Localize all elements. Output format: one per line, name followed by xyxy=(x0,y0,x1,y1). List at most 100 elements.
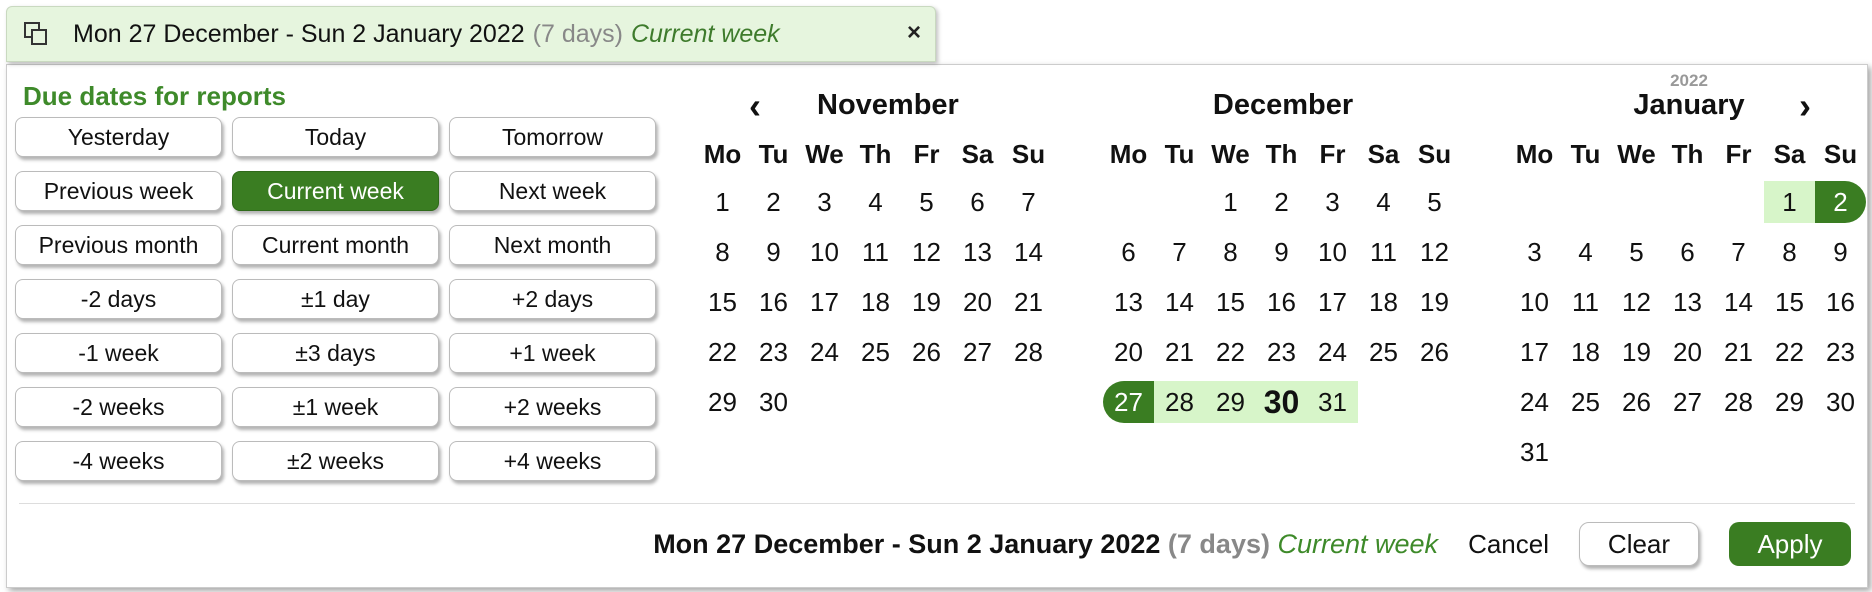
day-cell[interactable]: 4 xyxy=(1560,231,1611,273)
day-cell[interactable]: 23 xyxy=(1815,331,1866,373)
day-cell[interactable]: 16 xyxy=(1815,281,1866,323)
day-cell[interactable]: 17 xyxy=(799,281,850,323)
preset-button[interactable]: +4 weeks xyxy=(449,441,656,481)
day-cell[interactable]: 13 xyxy=(952,231,1003,273)
preset-button[interactable]: -1 week xyxy=(15,333,222,373)
day-cell[interactable]: 10 xyxy=(1509,281,1560,323)
preset-button[interactable]: -2 weeks xyxy=(15,387,222,427)
day-cell[interactable]: 26 xyxy=(1409,331,1460,373)
preset-button[interactable]: -2 days xyxy=(15,279,222,319)
day-cell[interactable]: 15 xyxy=(1764,281,1815,323)
date-range-chip[interactable]: Mon 27 December - Sun 2 January 2022 (7 … xyxy=(6,6,936,62)
preset-button[interactable]: +2 weeks xyxy=(449,387,656,427)
day-cell[interactable]: 2 xyxy=(1815,181,1866,223)
day-cell[interactable]: 8 xyxy=(697,231,748,273)
day-cell[interactable]: 24 xyxy=(1307,331,1358,373)
preset-button[interactable]: +2 days xyxy=(449,279,656,319)
day-cell[interactable]: 30 xyxy=(1256,381,1307,423)
prev-month-button[interactable]: ‹ xyxy=(749,85,761,127)
day-cell[interactable]: 4 xyxy=(850,181,901,223)
day-cell[interactable]: 23 xyxy=(1256,331,1307,373)
day-cell[interactable]: 20 xyxy=(1662,331,1713,373)
day-cell[interactable]: 11 xyxy=(850,231,901,273)
preset-button[interactable]: ±1 week xyxy=(232,387,439,427)
day-cell[interactable]: 21 xyxy=(1003,281,1054,323)
day-cell[interactable]: 18 xyxy=(1358,281,1409,323)
day-cell[interactable]: 19 xyxy=(901,281,952,323)
day-cell[interactable]: 8 xyxy=(1205,231,1256,273)
day-cell[interactable]: 13 xyxy=(1662,281,1713,323)
day-cell[interactable]: 31 xyxy=(1307,381,1358,423)
day-cell[interactable]: 20 xyxy=(1103,331,1154,373)
day-cell[interactable]: 6 xyxy=(1662,231,1713,273)
day-cell[interactable]: 1 xyxy=(1764,181,1815,223)
day-cell[interactable]: 12 xyxy=(1409,231,1460,273)
preset-button[interactable]: ±1 day xyxy=(232,279,439,319)
day-cell[interactable]: 15 xyxy=(697,281,748,323)
day-cell[interactable]: 18 xyxy=(850,281,901,323)
day-cell[interactable]: 18 xyxy=(1560,331,1611,373)
day-cell[interactable]: 1 xyxy=(1205,181,1256,223)
preset-button[interactable]: Yesterday xyxy=(15,117,222,157)
day-cell[interactable]: 12 xyxy=(1611,281,1662,323)
day-cell[interactable]: 27 xyxy=(1103,381,1154,423)
day-cell[interactable]: 3 xyxy=(1509,231,1560,273)
day-cell[interactable]: 2 xyxy=(748,181,799,223)
preset-button[interactable]: ±2 weeks xyxy=(232,441,439,481)
day-cell[interactable]: 26 xyxy=(1611,381,1662,423)
day-cell[interactable]: 29 xyxy=(1205,381,1256,423)
day-cell[interactable]: 10 xyxy=(1307,231,1358,273)
cancel-button[interactable]: Cancel xyxy=(1468,529,1549,560)
day-cell[interactable]: 30 xyxy=(748,381,799,423)
day-cell[interactable]: 6 xyxy=(1103,231,1154,273)
day-cell[interactable]: 7 xyxy=(1003,181,1054,223)
day-cell[interactable]: 16 xyxy=(748,281,799,323)
day-cell[interactable]: 7 xyxy=(1154,231,1205,273)
preset-button[interactable]: Next month xyxy=(449,225,656,265)
day-cell[interactable]: 24 xyxy=(1509,381,1560,423)
preset-button[interactable]: Current week xyxy=(232,171,439,211)
preset-button[interactable]: Previous month xyxy=(15,225,222,265)
day-cell[interactable]: 5 xyxy=(1611,231,1662,273)
day-cell[interactable]: 21 xyxy=(1713,331,1764,373)
day-cell[interactable]: 29 xyxy=(697,381,748,423)
day-cell[interactable]: 20 xyxy=(952,281,1003,323)
day-cell[interactable]: 5 xyxy=(901,181,952,223)
day-cell[interactable]: 16 xyxy=(1256,281,1307,323)
preset-button[interactable]: -4 weeks xyxy=(15,441,222,481)
day-cell[interactable]: 14 xyxy=(1713,281,1764,323)
day-cell[interactable]: 26 xyxy=(901,331,952,373)
day-cell[interactable]: 14 xyxy=(1154,281,1205,323)
day-cell[interactable]: 28 xyxy=(1003,331,1054,373)
day-cell[interactable]: 9 xyxy=(1256,231,1307,273)
day-cell[interactable]: 12 xyxy=(901,231,952,273)
day-cell[interactable]: 21 xyxy=(1154,331,1205,373)
day-cell[interactable]: 17 xyxy=(1509,331,1560,373)
day-cell[interactable]: 24 xyxy=(799,331,850,373)
day-cell[interactable]: 9 xyxy=(1815,231,1866,273)
day-cell[interactable]: 19 xyxy=(1409,281,1460,323)
day-cell[interactable]: 3 xyxy=(1307,181,1358,223)
preset-button[interactable]: Tomorrow xyxy=(449,117,656,157)
day-cell[interactable]: 13 xyxy=(1103,281,1154,323)
day-cell[interactable]: 27 xyxy=(952,331,1003,373)
apply-button[interactable]: Apply xyxy=(1729,522,1851,566)
day-cell[interactable]: 28 xyxy=(1713,381,1764,423)
day-cell[interactable]: 29 xyxy=(1764,381,1815,423)
day-cell[interactable]: 7 xyxy=(1713,231,1764,273)
day-cell[interactable]: 17 xyxy=(1307,281,1358,323)
next-month-button[interactable]: › xyxy=(1799,85,1811,127)
preset-button[interactable]: +1 week xyxy=(449,333,656,373)
preset-button[interactable]: Previous week xyxy=(15,171,222,211)
day-cell[interactable]: 19 xyxy=(1611,331,1662,373)
day-cell[interactable]: 6 xyxy=(952,181,1003,223)
day-cell[interactable]: 14 xyxy=(1003,231,1054,273)
day-cell[interactable]: 22 xyxy=(697,331,748,373)
day-cell[interactable]: 11 xyxy=(1560,281,1611,323)
day-cell[interactable]: 4 xyxy=(1358,181,1409,223)
day-cell[interactable]: 23 xyxy=(748,331,799,373)
close-icon[interactable]: × xyxy=(907,19,921,47)
preset-button[interactable]: ±3 days xyxy=(232,333,439,373)
clear-button[interactable]: Clear xyxy=(1579,522,1699,566)
day-cell[interactable]: 30 xyxy=(1815,381,1866,423)
